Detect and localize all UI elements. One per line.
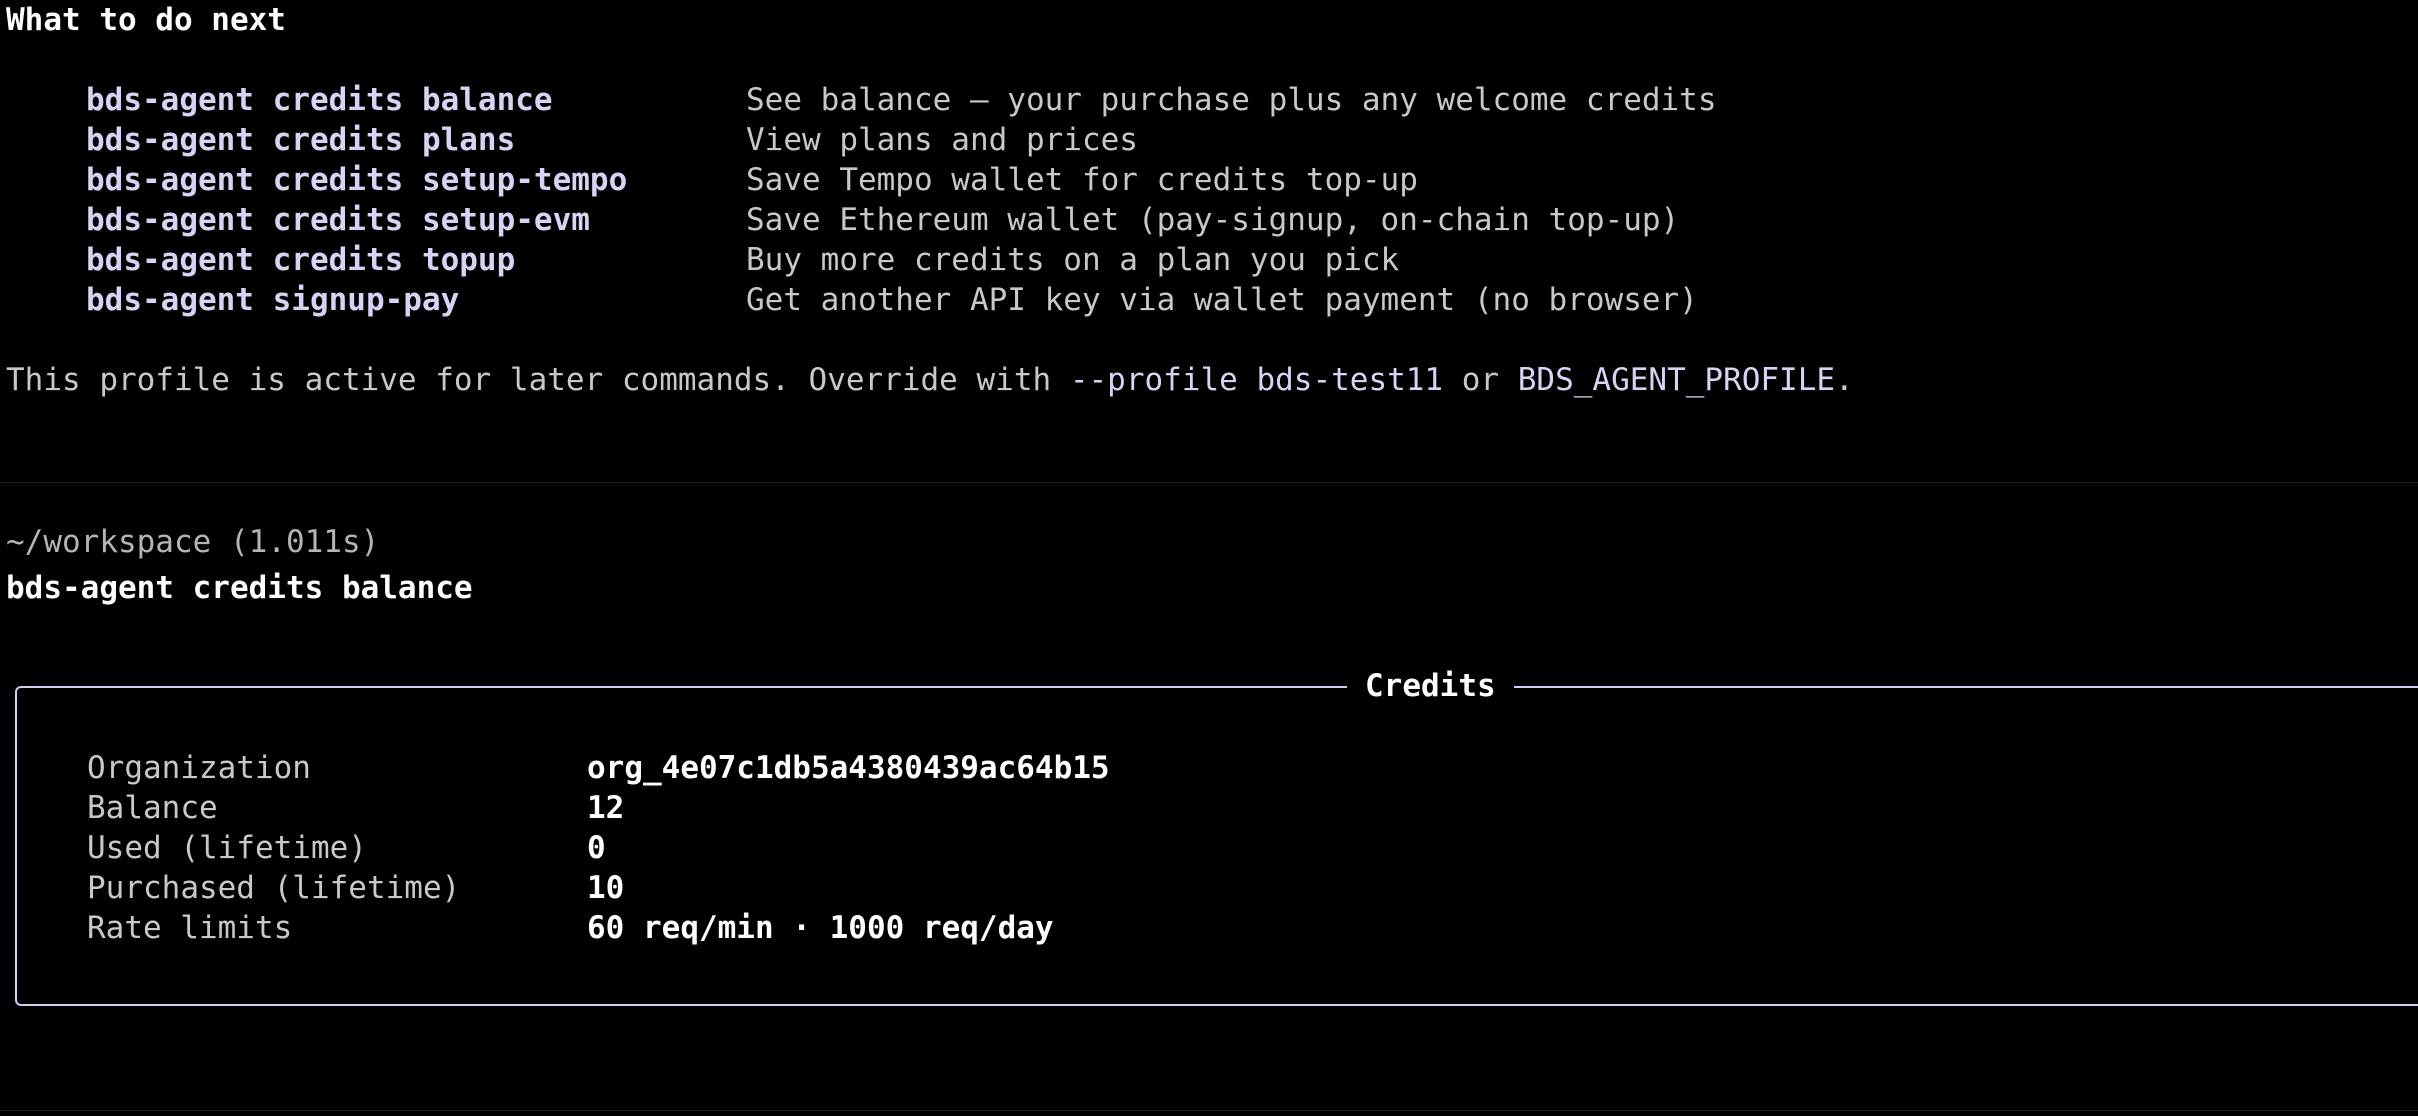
profile-flag[interactable]: --profile bds-test11	[1070, 362, 1443, 398]
credits-panel: Credits Organization org_4e07c1db5a43804…	[15, 666, 2418, 1006]
step-description: Buy more credits on a plan you pick	[746, 242, 1400, 278]
step-description: See balance — your purchase plus any wel…	[746, 82, 1717, 118]
step-description: View plans and prices	[746, 122, 1138, 158]
block-divider	[0, 1110, 2418, 1111]
row-label: Organization	[87, 750, 311, 786]
list-item: bds-agent credits balance See balance — …	[86, 80, 1717, 120]
row-value: 0	[587, 830, 606, 866]
list-item: bds-agent credits plans View plans and p…	[86, 120, 1138, 160]
prompt-path: ~/workspace (1.011s)	[6, 524, 380, 560]
step-command[interactable]: bds-agent credits setup-evm	[86, 200, 590, 240]
row-value: 60 req/min · 1000 req/day	[587, 910, 1054, 946]
panel-title: Credits	[1347, 666, 1514, 706]
step-command[interactable]: bds-agent credits balance	[86, 80, 553, 120]
profile-note-suffix: .	[1835, 362, 1854, 398]
profile-note: This profile is active for later command…	[6, 360, 1854, 400]
row-label: Used (lifetime)	[87, 830, 367, 866]
step-description: Get another API key via wallet payment (…	[746, 282, 1698, 318]
block-divider	[0, 482, 2418, 483]
table-row: Purchased (lifetime) 10	[87, 868, 624, 908]
list-item: bds-agent credits setup-tempo Save Tempo…	[86, 160, 1418, 200]
profile-note-prefix: This profile is active for later command…	[6, 362, 1070, 398]
table-row: Balance 12	[87, 788, 624, 828]
prompt-command[interactable]: bds-agent credits balance	[6, 568, 473, 608]
list-item: bds-agent signup-pay Get another API key…	[86, 280, 1698, 320]
step-description: Save Tempo wallet for credits top-up	[746, 162, 1418, 198]
row-label: Rate limits	[87, 910, 293, 946]
row-value: 10	[587, 870, 625, 906]
table-row: Used (lifetime) 0	[87, 828, 606, 868]
step-command[interactable]: bds-agent signup-pay	[86, 280, 459, 320]
list-item: bds-agent credits topup Buy more credits…	[86, 240, 1399, 280]
table-row: Rate limits 60 req/min · 1000 req/day	[87, 908, 1054, 948]
row-label: Purchased (lifetime)	[87, 870, 461, 906]
profile-env-var[interactable]: BDS_AGENT_PROFILE	[1518, 362, 1835, 398]
step-command[interactable]: bds-agent credits topup	[86, 240, 515, 280]
step-description: Save Ethereum wallet (pay-signup, on-cha…	[746, 202, 1680, 238]
row-value: 12	[587, 790, 625, 826]
row-value: org_4e07c1db5a4380439ac64b15	[587, 750, 1110, 786]
step-command[interactable]: bds-agent credits setup-tempo	[86, 160, 627, 200]
table-row: Organization org_4e07c1db5a4380439ac64b1…	[87, 748, 1110, 788]
section-heading: What to do next	[6, 2, 286, 38]
profile-note-middle: or	[1443, 362, 1518, 398]
list-item: bds-agent credits setup-evm Save Ethereu…	[86, 200, 1679, 240]
step-command[interactable]: bds-agent credits plans	[86, 120, 515, 160]
row-label: Balance	[87, 790, 218, 826]
